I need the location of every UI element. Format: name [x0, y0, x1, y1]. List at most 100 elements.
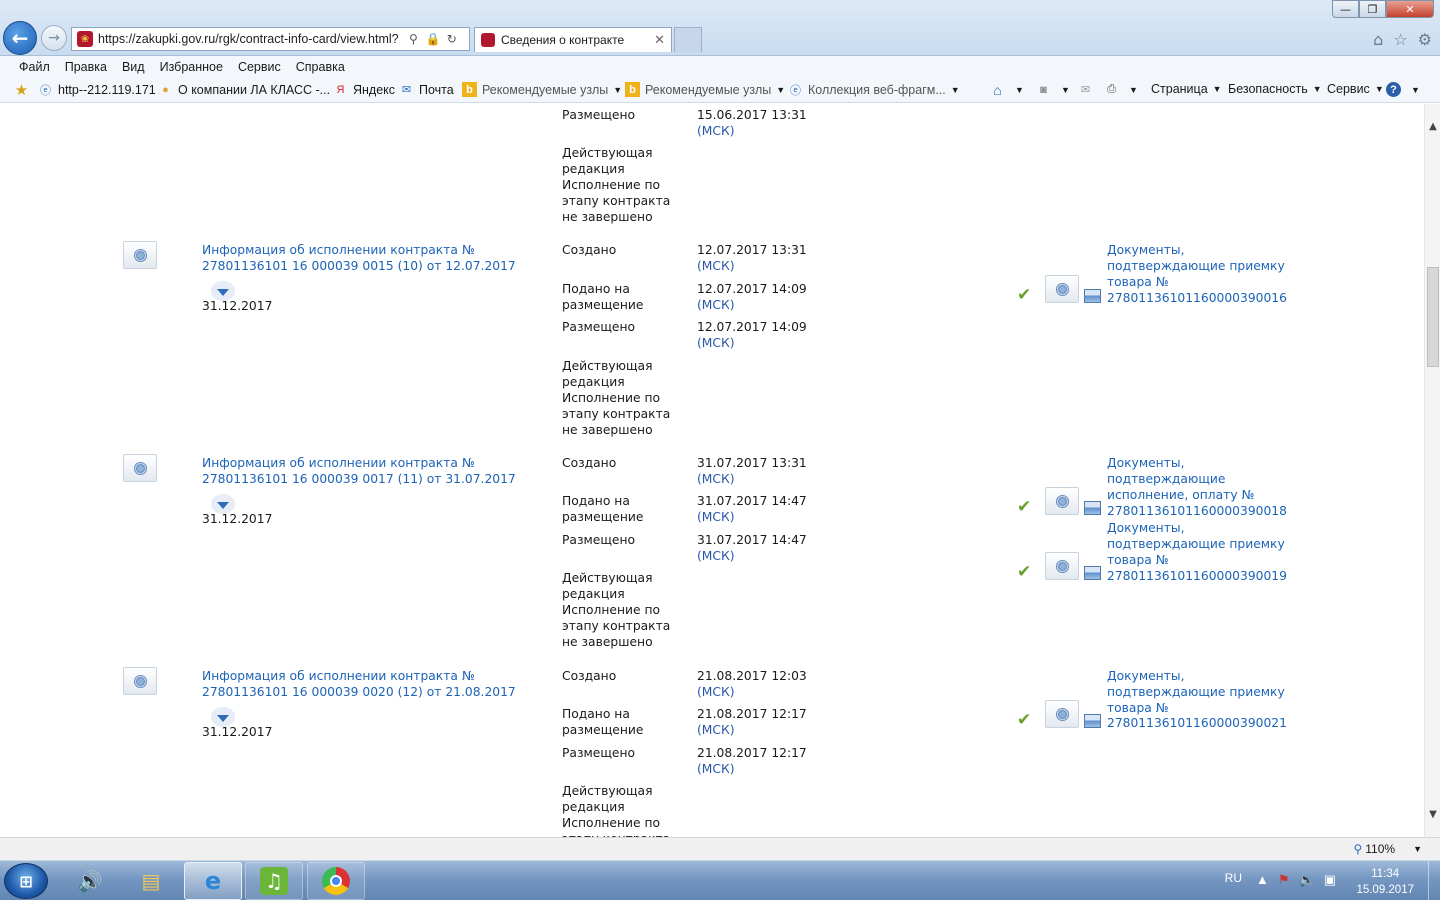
- vertical-scrollbar[interactable]: ▲ ▼: [1424, 104, 1440, 837]
- fav-item-la-klass[interactable]: ● О компании ЛА КЛАСС -...: [158, 82, 330, 97]
- scroll-down-icon[interactable]: ▼: [1425, 806, 1440, 823]
- document-link[interactable]: товара №: [1107, 552, 1169, 568]
- close-window-button[interactable]: ✕: [1386, 0, 1434, 18]
- dropdown-arrow-icon[interactable]: ▼: [613, 85, 622, 95]
- signature-cert-icon[interactable]: [123, 241, 157, 269]
- dropdown-arrow-icon[interactable]: ▼: [1413, 844, 1422, 854]
- dropdown-arrow-icon[interactable]: ▼: [1061, 85, 1070, 95]
- fav-item-suggested-2[interactable]: b Рекомендуемые узлы ▼: [625, 82, 785, 97]
- forward-button[interactable]: →: [41, 25, 67, 51]
- document-link[interactable]: 27801136101160000390021: [1107, 715, 1287, 731]
- signature-cert-icon[interactable]: [123, 667, 157, 695]
- cmd-read-mail[interactable]: ✉: [1078, 82, 1098, 97]
- document-link[interactable]: подтверждающие: [1107, 471, 1225, 487]
- address-bar[interactable]: ❀ https://zakupki.gov.ru/rgk/contract-in…: [71, 27, 470, 51]
- tray-expand-icon[interactable]: ▲: [1256, 872, 1269, 888]
- record-title-link[interactable]: 27801136101 16 000039 0017 (11) от 31.07…: [202, 471, 516, 487]
- search-icon[interactable]: ⚲: [409, 32, 418, 46]
- document-link[interactable]: подтверждающие приемку: [1107, 536, 1285, 552]
- zoom-control[interactable]: ⚲ 110% ▼: [1353, 842, 1422, 856]
- new-tab-button[interactable]: [674, 27, 702, 52]
- settings-gear-icon[interactable]: ⚙: [1418, 30, 1432, 49]
- document-link[interactable]: 27801136101160000390018: [1107, 503, 1287, 519]
- document-link[interactable]: 27801136101160000390016: [1107, 290, 1287, 306]
- menu-file[interactable]: Файл: [19, 60, 50, 74]
- fav-item-yandex[interactable]: Я Яндекс: [333, 82, 396, 97]
- refresh-icon[interactable]: ↻: [447, 32, 457, 46]
- fav-item-suggested-1[interactable]: b Рекомендуемые узлы ▼: [462, 82, 622, 97]
- maximize-button[interactable]: ❐: [1359, 0, 1386, 18]
- fav-item-ip[interactable]: ⓔ http--212.119.171: [38, 82, 156, 97]
- signature-cert-icon[interactable]: [123, 454, 157, 482]
- clock[interactable]: 11:34 15.09.2017: [1356, 866, 1414, 898]
- document-link[interactable]: товара №: [1107, 700, 1169, 716]
- taskbar-media-player[interactable]: 🔊: [61, 862, 119, 900]
- taskbar-internet-explorer[interactable]: e: [184, 862, 242, 900]
- signature-cert-icon[interactable]: [1045, 700, 1079, 728]
- document-link[interactable]: товара №: [1107, 274, 1169, 290]
- fav-item-mail[interactable]: ✉ Почта: [399, 82, 454, 97]
- menu-help[interactable]: Справка: [296, 60, 345, 74]
- home-icon[interactable]: ⌂: [1373, 30, 1383, 49]
- taskbar-chrome[interactable]: [307, 862, 365, 900]
- cmd-help[interactable]: ? ▼: [1386, 82, 1420, 97]
- record-title-link[interactable]: Информация об исполнении контракта №: [202, 242, 475, 258]
- menu-tools[interactable]: Сервис: [238, 60, 281, 74]
- cmd-home[interactable]: ⌂ ▼: [990, 82, 1024, 98]
- cmd-page[interactable]: Страница ▼: [1151, 82, 1222, 96]
- lock-icon[interactable]: 🔒: [426, 32, 441, 46]
- show-desktop-button[interactable]: [1428, 861, 1440, 900]
- start-button[interactable]: ⊞: [4, 863, 48, 899]
- attachment-image-icon[interactable]: [1084, 566, 1101, 580]
- minimize-button[interactable]: —: [1332, 0, 1359, 18]
- record-title-link[interactable]: Информация об исполнении контракта №: [202, 455, 475, 471]
- taskbar-explorer[interactable]: ▤: [122, 862, 180, 900]
- record-title-link[interactable]: Информация об исполнении контракта №: [202, 668, 475, 684]
- language-indicator[interactable]: RU: [1225, 871, 1242, 885]
- cmd-safety[interactable]: Безопасность ▼: [1228, 82, 1322, 96]
- tab-contract-info[interactable]: Сведения о контракте ✕: [474, 27, 672, 52]
- address-url[interactable]: https://zakupki.gov.ru/rgk/contract-info…: [98, 32, 403, 46]
- volume-icon[interactable]: 🔈: [1299, 872, 1315, 888]
- record-title-link[interactable]: 27801136101 16 000039 0015 (10) от 12.07…: [202, 258, 516, 274]
- dropdown-arrow-icon[interactable]: ▼: [776, 85, 785, 95]
- document-link[interactable]: 27801136101160000390019: [1107, 568, 1287, 584]
- signature-cert-icon[interactable]: [1045, 552, 1079, 580]
- add-favorite-button[interactable]: ★: [14, 82, 34, 99]
- browser-titlebar: ← → ❀ https://zakupki.gov.ru/rgk/contrac…: [0, 0, 1440, 56]
- dropdown-arrow-icon[interactable]: ▼: [951, 85, 960, 95]
- attachment-image-icon[interactable]: [1084, 501, 1101, 515]
- record-title-link[interactable]: 27801136101 16 000039 0020 (12) от 21.08…: [202, 684, 516, 700]
- attachment-image-icon[interactable]: [1084, 289, 1101, 303]
- scroll-up-icon[interactable]: ▲: [1425, 118, 1440, 135]
- menu-favorites[interactable]: Избранное: [160, 60, 223, 74]
- favorites-star-icon[interactable]: ☆: [1393, 30, 1407, 49]
- yandex-icon: Я: [336, 83, 345, 96]
- scrollbar-thumb[interactable]: [1427, 267, 1439, 367]
- taskbar-itunes[interactable]: ♫: [245, 862, 303, 900]
- signature-cert-icon[interactable]: [1045, 487, 1079, 515]
- menu-view[interactable]: Вид: [122, 60, 145, 74]
- dropdown-arrow-icon[interactable]: ▼: [1015, 85, 1024, 95]
- cmd-print[interactable]: ⎙ ▼: [1104, 82, 1138, 97]
- tab-close-icon[interactable]: ✕: [654, 32, 665, 48]
- network-icon[interactable]: ▣: [1324, 872, 1336, 888]
- cmd-feeds[interactable]: ◙ ▼: [1036, 82, 1070, 97]
- document-link[interactable]: Документы,: [1107, 455, 1185, 471]
- document-link[interactable]: подтверждающие приемку: [1107, 684, 1285, 700]
- check-icon: ✔: [1017, 562, 1032, 582]
- window-controls: — ❐ ✕: [1332, 0, 1434, 18]
- document-link[interactable]: Документы,: [1107, 668, 1185, 684]
- cmd-tools[interactable]: Сервис ▼: [1327, 82, 1384, 96]
- document-link[interactable]: Документы,: [1107, 520, 1185, 536]
- dropdown-arrow-icon[interactable]: ▼: [1129, 85, 1138, 95]
- attachment-image-icon[interactable]: [1084, 714, 1101, 728]
- signature-cert-icon[interactable]: [1045, 275, 1079, 303]
- back-button[interactable]: ←: [3, 21, 37, 55]
- action-center-flag-icon[interactable]: ⚑: [1278, 872, 1290, 888]
- document-link[interactable]: Документы,: [1107, 242, 1185, 258]
- fav-item-webslices[interactable]: ⓔ Коллекция веб-фрагм... ▼: [788, 82, 960, 97]
- document-link[interactable]: исполнение, оплату №: [1107, 487, 1254, 503]
- document-link[interactable]: подтверждающие приемку: [1107, 258, 1285, 274]
- menu-edit[interactable]: Правка: [65, 60, 107, 74]
